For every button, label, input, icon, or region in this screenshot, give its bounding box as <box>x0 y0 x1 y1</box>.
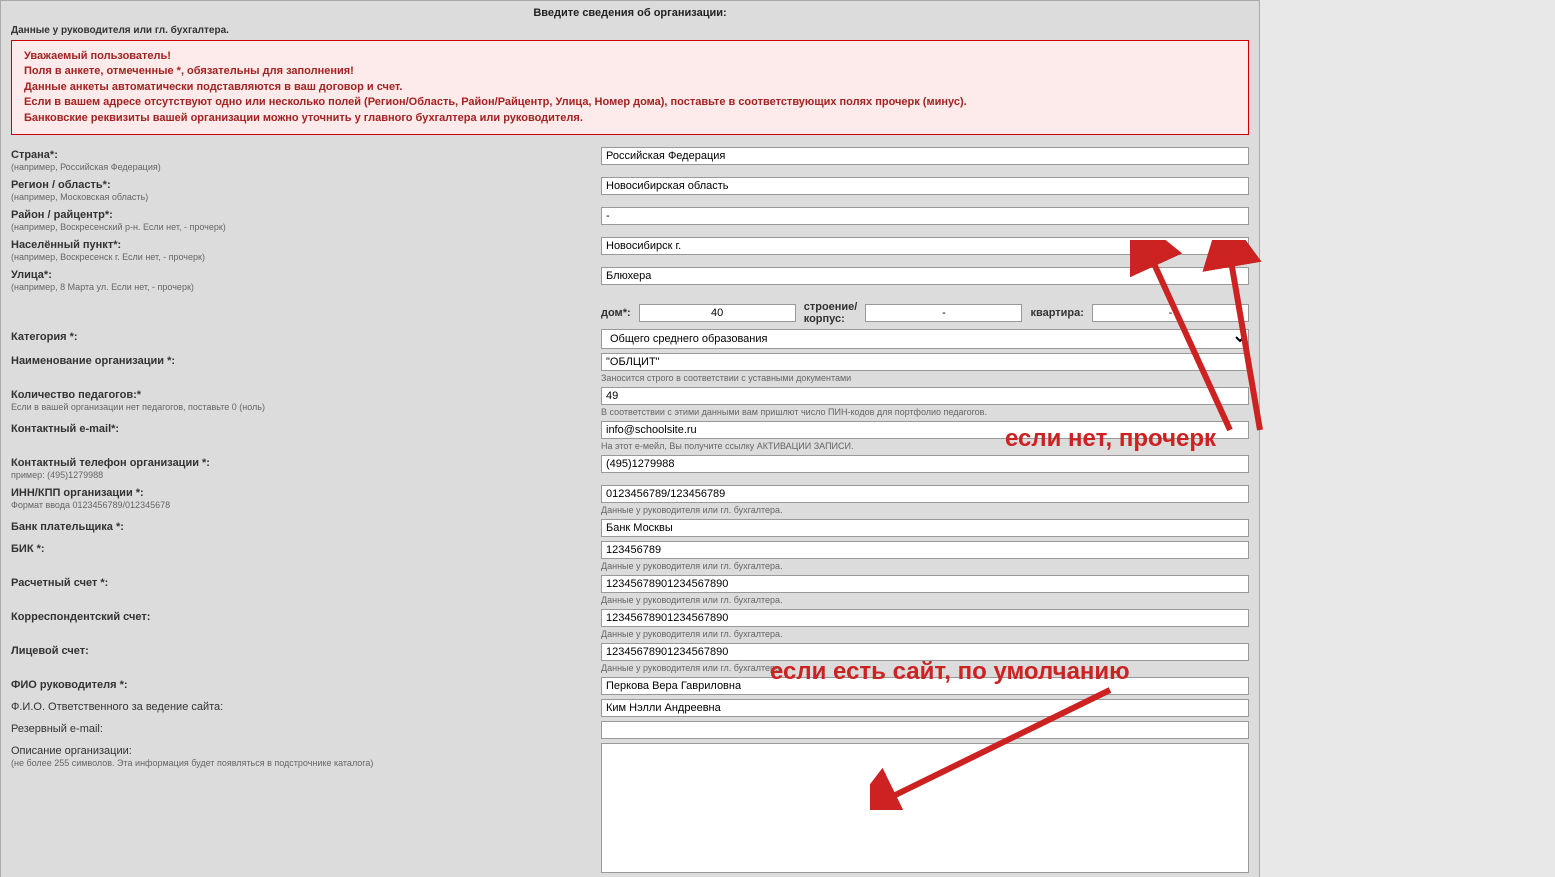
fio-head-label: ФИО руководителя *: <box>11 679 128 691</box>
fio-resp-input[interactable] <box>601 699 1249 717</box>
category-select[interactable]: Общего среднего образования <box>601 329 1249 349</box>
inn-sub: Данные у руководителя или гл. бухгалтера… <box>601 505 1249 515</box>
lacct-input[interactable] <box>601 643 1249 661</box>
email2-label: Резервный e-mail: <box>11 723 103 735</box>
flat-label: квартира: <box>1030 307 1083 319</box>
racct-sub: Данные у руководителя или гл. бухгалтера… <box>601 595 1249 605</box>
warning-box: Уважаемый пользователь! Поля в анкете, о… <box>11 40 1249 135</box>
email-input[interactable] <box>601 421 1249 439</box>
bik-sub: Данные у руководителя или гл. бухгалтера… <box>601 561 1249 571</box>
street-input[interactable] <box>601 267 1249 285</box>
teachers-label: Количество педагогов:* <box>11 389 141 401</box>
building-label: строение/корпус: <box>804 301 858 325</box>
teachers-input[interactable] <box>601 387 1249 405</box>
category-label: Категория *: <box>11 331 78 343</box>
bik-input[interactable] <box>601 541 1249 559</box>
street-hint: (например, 8 Марта ул. Если нет, - проче… <box>11 282 194 292</box>
fio-resp-label: Ф.И.О. Ответственного за ведение сайта: <box>11 701 223 713</box>
desc-hint: (не более 255 символов. Эта информация б… <box>11 758 373 768</box>
warn-line: Поля в анкете, отмеченные *, обязательны… <box>24 64 1236 79</box>
district-hint: (например, Воскресенский р-н. Если нет, … <box>11 222 226 232</box>
racct-input[interactable] <box>601 575 1249 593</box>
country-input[interactable] <box>601 147 1249 165</box>
warn-line: Данные анкеты автоматически подставляютс… <box>24 80 1236 95</box>
phone-label: Контактный телефон организации *: <box>11 457 210 469</box>
district-input[interactable] <box>601 207 1249 225</box>
cacct-label: Корреспондентский счет: <box>11 611 150 623</box>
email-sub: На этот е-мейл, Вы получите ссылку АКТИВ… <box>601 441 1249 451</box>
bik-label: БИК *: <box>11 543 45 555</box>
email2-input[interactable] <box>601 721 1249 739</box>
cacct-input[interactable] <box>601 609 1249 627</box>
page-title: Введите сведения об организации: <box>11 1 1249 25</box>
phone-hint: пример: (495)1279988 <box>11 470 103 480</box>
region-label: Регион / область*: <box>11 179 111 191</box>
street-label: Улица*: <box>11 269 52 281</box>
flat-input[interactable] <box>1092 304 1249 322</box>
desc-label: Описание организации: <box>11 745 132 757</box>
lacct-label: Лицевой счет: <box>11 645 89 657</box>
teachers-hint: Если в вашей организации нет педагогов, … <box>11 402 265 412</box>
warn-line: Банковские реквизиты вашей организации м… <box>24 111 1236 126</box>
house-input[interactable] <box>639 304 796 322</box>
district-label: Район / райцентр*: <box>11 209 113 221</box>
orgname-input[interactable] <box>601 353 1249 371</box>
city-input[interactable] <box>601 237 1249 255</box>
warn-line: Уважаемый пользователь! <box>24 49 1236 64</box>
subheader: Данные у руководителя или гл. бухгалтера… <box>11 25 1249 36</box>
orgname-sub: Заносится строго в соответствии с уставн… <box>601 373 1249 383</box>
inn-label: ИНН/КПП организации *: <box>11 487 144 499</box>
fio-head-input[interactable] <box>601 677 1249 695</box>
city-hint: (например, Воскресенск г. Если нет, - пр… <box>11 252 205 262</box>
inn-hint: Формат ввода 0123456789/012345678 <box>11 500 170 510</box>
bank-label: Банк плательщика *: <box>11 521 124 533</box>
city-label: Населённый пункт*: <box>11 239 121 251</box>
cacct-sub: Данные у руководителя или гл. бухгалтера… <box>601 629 1249 639</box>
racct-label: Расчетный счет *: <box>11 577 108 589</box>
country-hint: (например, Российская Федерация) <box>11 162 161 172</box>
region-hint: (например, Московская область) <box>11 192 148 202</box>
orgname-label: Наименование организации *: <box>11 355 175 367</box>
desc-textarea[interactable] <box>601 743 1249 873</box>
house-label: дом*: <box>601 307 631 319</box>
country-label: Страна*: <box>11 149 58 161</box>
inn-input[interactable] <box>601 485 1249 503</box>
warn-line: Если в вашем адресе отсутствуют одно или… <box>24 95 1236 110</box>
teachers-sub: В соответствии с этими данными вам пришл… <box>601 407 1249 417</box>
phone-input[interactable] <box>601 455 1249 473</box>
email-label: Контактный e-mail*: <box>11 423 119 435</box>
region-input[interactable] <box>601 177 1249 195</box>
building-input[interactable] <box>865 304 1022 322</box>
lacct-sub: Данные у руководителя или гл. бухгалтера… <box>601 663 1249 673</box>
bank-input[interactable] <box>601 519 1249 537</box>
